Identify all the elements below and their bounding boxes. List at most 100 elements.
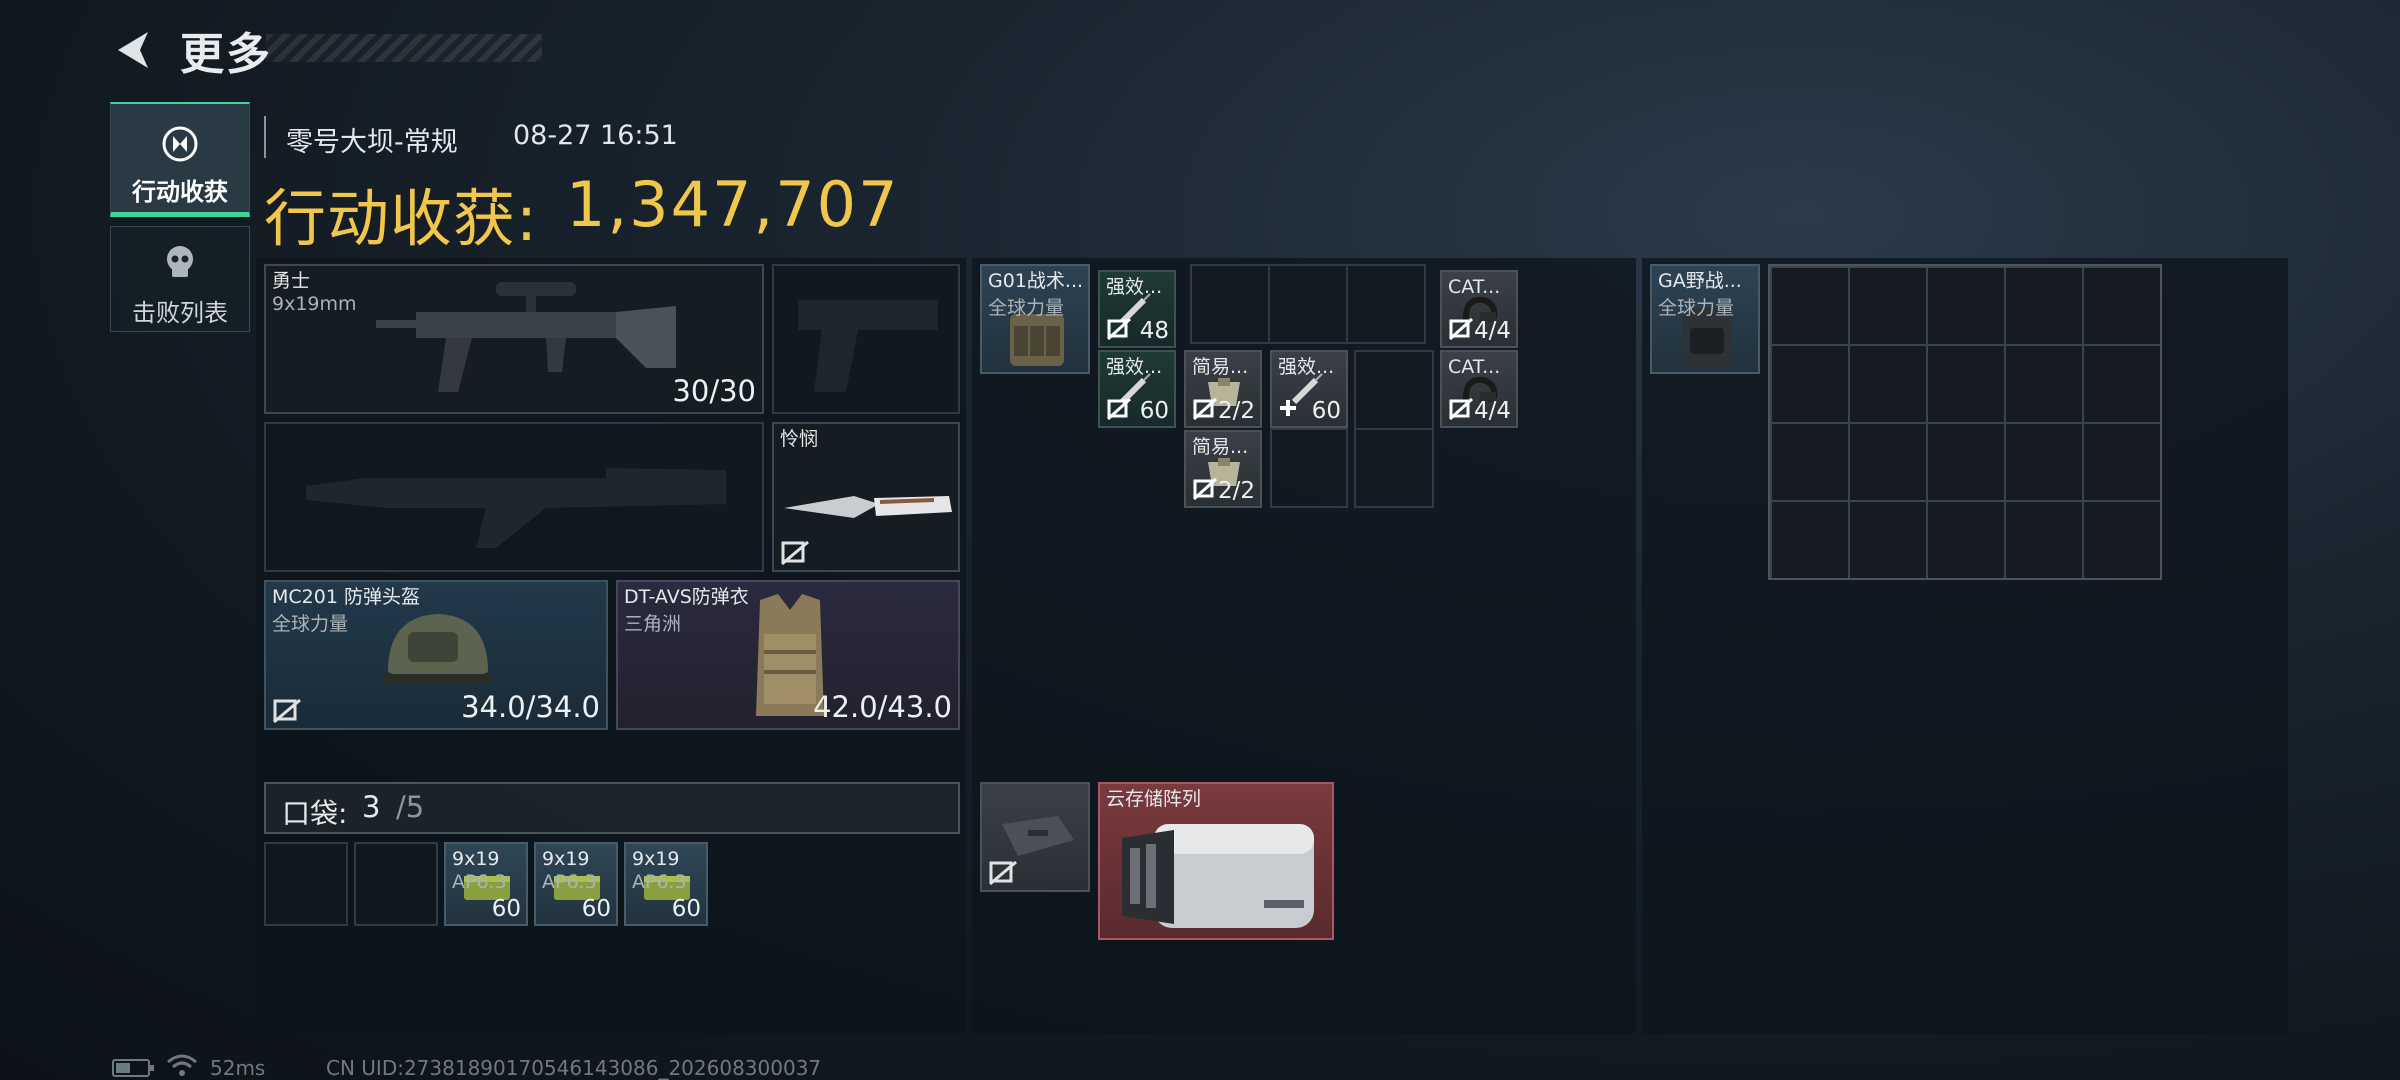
ammo-count: 30/30	[672, 374, 756, 408]
battery-icon	[112, 1059, 154, 1077]
item-sub: AP6.3	[632, 871, 687, 893]
rig-item[interactable]: 简易... 2/2	[1184, 350, 1262, 428]
no-insurance-icon	[1192, 478, 1218, 500]
item-name: DT-AVS防弹衣	[624, 586, 749, 608]
tab-kill-list[interactable]: 击败列表	[110, 226, 250, 332]
item-sub: AP6.3	[452, 871, 507, 893]
no-insurance-icon	[1448, 318, 1474, 340]
helmet-slot[interactable]: MC201 防弹头盔 全球力量 34.0/34.0	[264, 580, 608, 730]
item-brand: 三角洲	[624, 613, 682, 635]
secondary-weapon-slot[interactable]	[264, 422, 764, 572]
pocket-capacity: /5	[396, 790, 425, 824]
item-count: 2/2	[1217, 398, 1255, 424]
item-name: 强效...	[1106, 356, 1163, 378]
item-count: 4/4	[1473, 398, 1511, 424]
pocket-label: 口袋:	[282, 797, 348, 830]
tab-raid-yield[interactable]: 行动收获	[110, 102, 250, 217]
no-insurance-icon	[1192, 398, 1218, 420]
durability: 34.0/34.0	[461, 690, 600, 724]
chest-rig-slot[interactable]: G01战术... 全球力量	[980, 264, 1090, 374]
item-count: 60	[581, 896, 611, 922]
item-name: GA野战...	[1658, 270, 1742, 292]
pistol-slot[interactable]	[772, 264, 960, 414]
item-name: 9x19	[542, 848, 590, 870]
item-name: 9x19	[452, 848, 500, 870]
no-insurance-icon	[273, 698, 301, 724]
item-name: 云存储阵列	[1106, 788, 1202, 810]
no-insurance-icon	[989, 860, 1017, 886]
item-name: CAT...	[1448, 276, 1501, 298]
item-count: 60	[1139, 398, 1169, 424]
item-count: 60	[671, 896, 701, 922]
pocket-header: 口袋: 3 /5	[264, 782, 960, 834]
item-count: 48	[1139, 318, 1169, 344]
item-name: 简易...	[1192, 436, 1249, 458]
primary-weapon-slot[interactable]: 勇士 9x19mm 30/30	[264, 264, 764, 414]
page-title: 更多	[180, 29, 272, 80]
pocket-slot[interactable]: 9x19 AP6.3 60	[624, 842, 708, 926]
rig-item[interactable]: 强效... 60	[1098, 350, 1176, 428]
tab-label: 行动收获	[132, 178, 228, 206]
item-brand: 全球力量	[988, 297, 1065, 319]
rig-item[interactable]: 简易... 2/2	[1184, 430, 1262, 508]
skull-icon	[167, 246, 193, 277]
ping-value: 52ms	[210, 1056, 266, 1080]
raid-time: 08-27 16:51	[513, 120, 678, 151]
back-arrow-icon	[118, 32, 148, 68]
pocket-slot[interactable]	[264, 842, 348, 926]
rifle-image	[376, 282, 676, 392]
backpack-slot[interactable]: GA野战... 全球力量	[1650, 264, 1760, 374]
rifle-silhouette	[306, 468, 726, 548]
tab-label: 击败列表	[132, 299, 228, 327]
durability: 42.0/43.0	[813, 690, 952, 724]
wifi-icon	[167, 1054, 197, 1076]
rig-item[interactable]: CAT... 4/4	[1440, 350, 1518, 428]
item-brand: 全球力量	[272, 613, 349, 635]
rig-grid-empty	[1190, 264, 1426, 344]
rig-item[interactable]: 强效... 60	[1270, 350, 1348, 428]
item-sub: AP6.3	[542, 871, 597, 893]
melee-slot[interactable]: 怜悯	[772, 422, 960, 572]
title-decoration	[266, 34, 542, 62]
loot-item-cloud-storage[interactable]: 云存储阵列	[1098, 782, 1334, 940]
pistol-silhouette	[798, 300, 938, 392]
map-name: 零号大坝-常规	[286, 127, 458, 158]
item-name: G01战术...	[988, 270, 1084, 292]
knife-image	[784, 496, 952, 518]
item-count: 4/4	[1473, 318, 1511, 344]
item-name: 简易...	[1192, 356, 1249, 378]
item-name: MC201 防弹头盔	[272, 586, 420, 608]
raid-emblem-icon	[162, 126, 198, 162]
item-brand: 全球力量	[1658, 297, 1735, 319]
item-name: 强效...	[1278, 356, 1335, 378]
rig-grid-empty	[1354, 350, 1434, 508]
item-name: 强效...	[1106, 276, 1163, 298]
plus-icon	[1280, 400, 1296, 416]
no-insurance-icon	[1448, 398, 1474, 420]
backpack-grid	[1768, 264, 2162, 580]
no-insurance-icon	[781, 540, 809, 566]
item-caliber: 9x19mm	[272, 293, 357, 315]
pocket-slot[interactable]: 9x19 AP6.3 60	[534, 842, 618, 926]
item-name: 9x19	[632, 848, 680, 870]
no-insurance-icon	[1106, 318, 1132, 340]
rig-item[interactable]: 强效... 48	[1098, 270, 1176, 348]
back-button[interactable]	[112, 28, 152, 72]
item-count: 60	[491, 896, 521, 922]
secure-case-image	[1002, 816, 1074, 856]
uid-text: CN UID:27381890170546143086_202608300037	[326, 1056, 822, 1080]
item-count: 2/2	[1217, 478, 1255, 504]
item-name: 怜悯	[780, 428, 819, 450]
item-name: CAT...	[1448, 356, 1501, 378]
yield-label: 行动收获:	[264, 182, 538, 255]
pocket-slot[interactable]: 9x19 AP6.3 60	[444, 842, 528, 926]
no-insurance-icon	[1106, 398, 1132, 420]
pocket-slot[interactable]	[354, 842, 438, 926]
armor-slot[interactable]: DT-AVS防弹衣 三角洲 42.0/43.0	[616, 580, 960, 730]
item-name: 勇士	[272, 270, 311, 292]
yield-value: 1,347,707	[566, 168, 900, 241]
secure-case-slot[interactable]	[980, 782, 1090, 892]
item-count: 60	[1311, 398, 1341, 424]
server-array-image	[1122, 824, 1314, 928]
rig-item[interactable]: CAT... 4/4	[1440, 270, 1518, 348]
